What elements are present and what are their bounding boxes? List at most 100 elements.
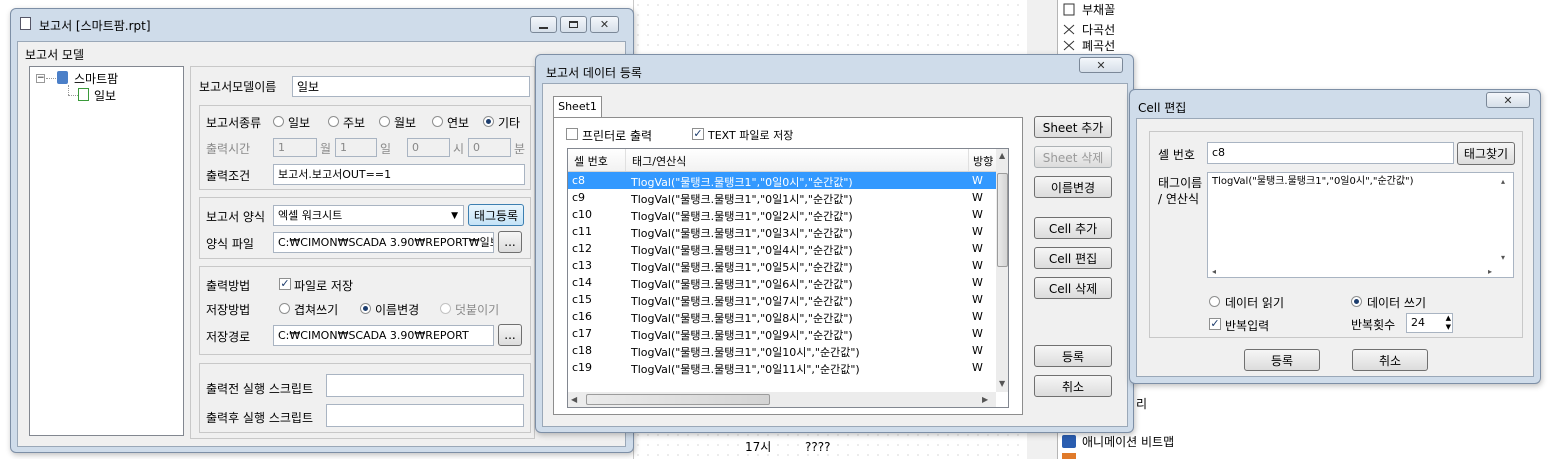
report-window-titlebar[interactable]: 보고서 [스마트팜.rpt] ✕ [11, 9, 633, 37]
tab-sheet1[interactable]: Sheet1 [553, 96, 602, 118]
hscroll-thumb[interactable] [586, 394, 770, 405]
tree-item-animation-bitmap[interactable]: 애니메이션 비트맵 [1062, 433, 1174, 450]
save-path-browse-button[interactable]: ... [498, 324, 522, 346]
table-row[interactable]: c15 TlogVal("물탱크.물탱크1","0일7시","순간값") W [568, 291, 996, 308]
print-checkbox[interactable] [566, 128, 578, 140]
day-unit: 일 [380, 142, 392, 156]
report-type-label: 보고서종류 [206, 116, 262, 130]
post-script-input[interactable] [326, 404, 524, 427]
condition-input[interactable]: 보고서.보고서OUT==1 [273, 164, 525, 185]
type-radio-weekly[interactable] [328, 116, 339, 127]
data-window-titlebar[interactable]: 보고서 데이터 등록 ✕ [536, 55, 1133, 83]
tree-item-polyline[interactable]: 다곡선 [1062, 21, 1115, 38]
tag-expression-input[interactable]: TlogVal("물탱크.물탱크1","0일0시","순간값") ▴ ▾ ◂ ▸ [1207, 172, 1514, 278]
model-name-input[interactable]: 일보 [292, 76, 530, 97]
scroll-left-icon[interactable]: ◂ [1212, 265, 1216, 277]
data-window-title: 보고서 데이터 등록 [546, 66, 642, 80]
cell-window-titlebar[interactable]: Cell 편집 ✕ [1130, 90, 1540, 118]
tree-collapse-icon[interactable]: − [36, 74, 45, 83]
sheet-add-button[interactable]: Sheet 추가 [1034, 116, 1112, 138]
save-method-rename-radio[interactable] [360, 303, 371, 314]
save-path-input[interactable]: C:₩CIMON₩SCADA 3.90₩REPORT [273, 325, 494, 346]
scroll-up-icon[interactable]: ▴ [1501, 175, 1505, 189]
data-register-button[interactable]: 등록 [1034, 345, 1112, 367]
type-radio-daily[interactable] [273, 116, 284, 127]
type-option-weekly: 주보 [343, 116, 366, 130]
scroll-up-icon[interactable]: ▲ [999, 151, 1005, 160]
cell-list-hscroll[interactable]: ◀ ▶ [568, 392, 996, 407]
minimize-button[interactable] [530, 16, 557, 33]
pre-script-input[interactable] [326, 374, 524, 397]
type-radio-other[interactable] [483, 116, 494, 127]
table-row[interactable]: c11 TlogVal("물탱크.물탱크1","0일3시","순간값") W [568, 223, 996, 240]
cell-list[interactable]: 셀 번호 태그/연산식 방향 c8 TlogVal("물탱크.물탱크1","0일0… [567, 148, 1009, 408]
data-window-close-button[interactable]: ✕ [1079, 57, 1123, 73]
data-write-radio[interactable] [1351, 296, 1362, 307]
table-row[interactable]: c17 TlogVal("물탱크.물탱크1","0일9시","순간값") W [568, 325, 996, 342]
spin-up-icon[interactable]: ▲ [1446, 314, 1451, 322]
minute-input[interactable]: 0 [468, 138, 511, 157]
column-direction[interactable]: 방향 [973, 153, 995, 169]
cell-list-vscroll[interactable]: ▲ ▼ [996, 149, 1008, 392]
rename-button[interactable]: 이름변경 [1034, 176, 1112, 198]
scroll-down-icon[interactable]: ▼ [999, 379, 1005, 388]
table-row[interactable]: c18 TlogVal("물탱크.물탱크1","0일10시","순간값") W [568, 342, 996, 359]
save-to-file-checkbox[interactable]: ✓ [279, 278, 291, 290]
cell-edit-button[interactable]: Cell 편집 [1034, 247, 1112, 269]
report-model-tree[interactable]: − 스마트팜 일보 [29, 66, 184, 436]
output-time-label: 출력시간 [206, 142, 251, 156]
format-file-input[interactable]: C:₩CIMON₩SCADA 3.90₩REPORT₩일보 [273, 232, 494, 253]
table-row[interactable]: c14 TlogVal("물탱크.물탱크1","0일6시","순간값") W [568, 274, 996, 291]
format-file-browse-button[interactable]: ... [498, 231, 522, 253]
tree-item-closed-curve[interactable]: 폐곡선 [1062, 39, 1115, 52]
repeat-count-input[interactable]: 24 ▲ ▼ [1406, 313, 1453, 333]
cell-no-value: c8 [572, 174, 586, 187]
column-expression[interactable]: 태그/연산식 [632, 153, 686, 169]
cell-no-input[interactable]: c8 [1207, 142, 1454, 164]
table-row[interactable]: c10 TlogVal("물탱크.물탱크1","0일2시","순간값") W [568, 206, 996, 223]
cell-register-button[interactable]: 등록 [1244, 349, 1320, 371]
column-cell-no[interactable]: 셀 번호 [574, 153, 608, 169]
hour-input[interactable]: 0 [407, 138, 450, 157]
maximize-button[interactable] [560, 16, 587, 33]
save-text-checkbox[interactable]: ✓ [692, 128, 704, 140]
tree-child-label[interactable]: 일보 [94, 87, 116, 104]
tree-item-fan[interactable]: 부채꼴 [1062, 1, 1115, 18]
sheet-delete-button[interactable]: Sheet 삭제 [1034, 146, 1112, 168]
month-input[interactable]: 1 [273, 138, 317, 157]
vscroll-thumb[interactable] [997, 173, 1008, 267]
tag-register-button[interactable]: 태그등록 [468, 204, 524, 226]
scroll-right-icon[interactable]: ▶ [982, 395, 988, 404]
cell-delete-button[interactable]: Cell 삭제 [1034, 277, 1112, 299]
type-radio-monthly[interactable] [379, 116, 390, 127]
cell-add-button[interactable]: Cell 추가 [1034, 217, 1112, 239]
repeat-input-checkbox[interactable]: ✓ [1209, 318, 1221, 330]
data-cancel-button[interactable]: 취소 [1034, 375, 1112, 397]
cell-cancel-button[interactable]: 취소 [1352, 349, 1428, 371]
table-row[interactable]: c16 TlogVal("물탱크.물탱크1","0일8시","순간값") W [568, 308, 996, 325]
day-input[interactable]: 1 [335, 138, 377, 157]
save-method-append-radio[interactable] [440, 303, 451, 314]
table-row[interactable]: c19 TlogVal("물탱크.물탱크1","0일11시","순간값") W [568, 359, 996, 376]
save-method-overwrite-radio[interactable] [279, 303, 290, 314]
expression-value: TlogVal("물탱크.물탱크1","0일3시","순간값") [631, 227, 853, 240]
scroll-left-icon[interactable]: ◀ [571, 395, 577, 404]
table-row[interactable]: c9 TlogVal("물탱크.물탱크1","0일1시","순간값") W [568, 189, 996, 206]
column-divider [625, 149, 626, 171]
expression-value: TlogVal("물탱크.물탱크1","0일10시","순간값") [631, 346, 860, 359]
tree-connector [46, 78, 56, 79]
data-read-radio[interactable] [1209, 296, 1220, 307]
type-radio-yearly[interactable] [432, 116, 443, 127]
table-row[interactable]: c12 TlogVal("물탱크.물탱크1","0일4시","순간값") W [568, 240, 996, 257]
format-select[interactable]: 엑셀 워크시트 ▼ [273, 205, 464, 226]
table-row[interactable]: c8 TlogVal("물탱크.물탱크1","0일0시","순간값") W [568, 172, 996, 189]
cell-window-close-button[interactable]: ✕ [1486, 92, 1530, 108]
scroll-right-icon[interactable]: ▸ [1488, 265, 1492, 277]
close-button[interactable]: ✕ [590, 16, 619, 33]
table-row[interactable]: c13 TlogVal("물탱크.물탱크1","0일5시","순간값") W [568, 257, 996, 274]
closed-curve-icon [1062, 39, 1076, 52]
spin-down-icon[interactable]: ▼ [1446, 323, 1451, 331]
tag-find-button[interactable]: 태그찾기 [1457, 142, 1515, 165]
tree-root-label[interactable]: 스마트팜 [74, 70, 118, 87]
scroll-down-icon[interactable]: ▾ [1501, 251, 1505, 265]
